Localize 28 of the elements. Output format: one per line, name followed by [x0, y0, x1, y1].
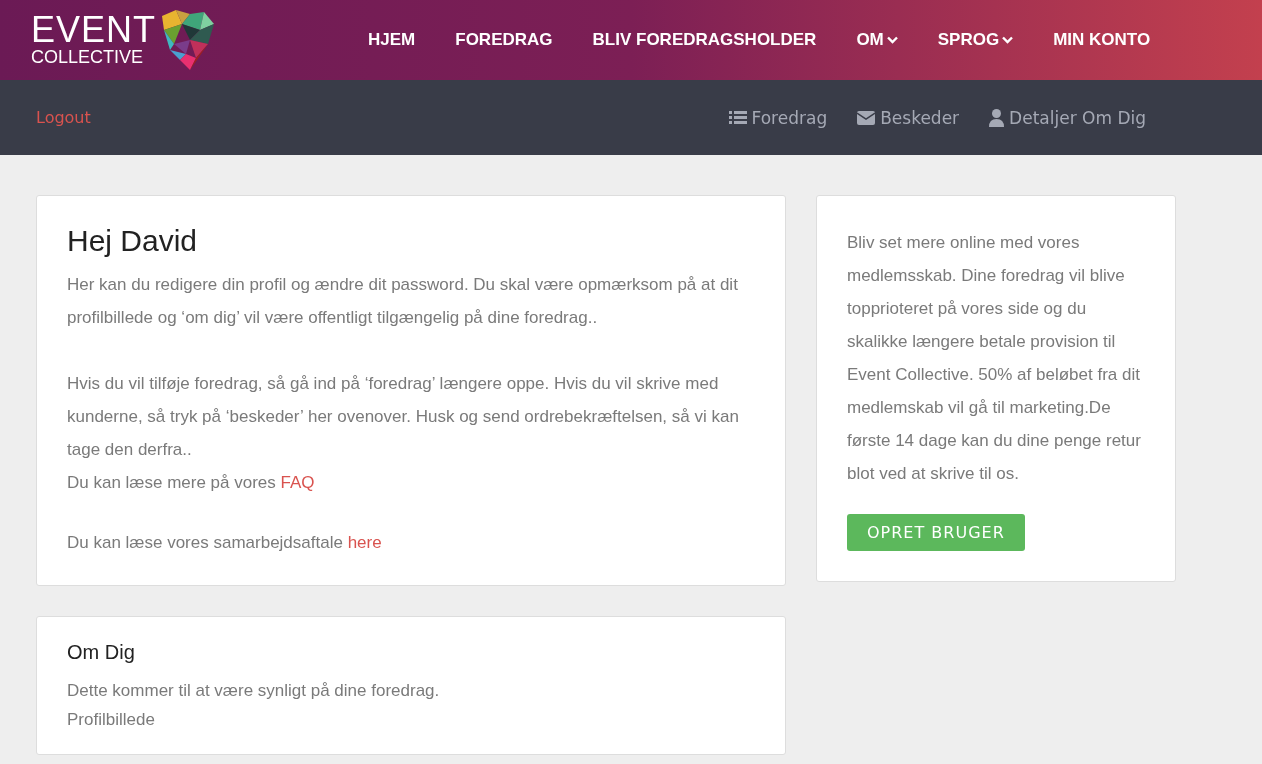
logo-text[interactable]: COLLECTIVE: [31, 47, 157, 67]
nav-link[interactable]: SPROG: [917, 30, 1034, 50]
nav-link[interactable]: FOREDRAG: [435, 30, 573, 50]
logo-text[interactable]: EVENT: [31, 13, 157, 47]
mail-icon: [857, 110, 876, 125]
about-text: Dette kommer til at være synligt på dine foredrag.: [67, 680, 441, 702]
agreement-text: Du kan læse vores samarbejdsaftale: [67, 533, 343, 552]
caret-icon: [1002, 36, 1014, 44]
welcome-title: Hej David: [67, 224, 199, 258]
about-title: Om Dig: [67, 641, 136, 664]
caret-icon: [886, 36, 898, 44]
user-icon: [989, 108, 1005, 127]
sub-nav-link[interactable]: Detaljer Om Dig: [989, 107, 1146, 128]
intro-paragraph: Her kan du redigere din profil og ændre dit password. Du skal være opmærksom på at dit profilbillede og ‘om dig’ vil være offentligt tilgængelig på dine foredrag..: [67, 274, 739, 329]
agreement-link[interactable]: here: [347, 533, 382, 552]
nav-link[interactable]: OM: [836, 30, 918, 50]
intro-paragraph: Hvis du vil tilføje foredrag, så gå ind på ‘foredrag’ længere oppe. Hvis du vil skrive med kunderne, så tryk på ‘beskeder’ her ovenover. Husk og send ordrebekræftelsen, så vi kan tage den derfra..: [67, 373, 740, 461]
membership-text: Bliv set mere online med vores medlemsskab. Dine foredrag vil blive topprioteret på vores side og du skalikke længere betale provision til Event Collective. 50% af beløbet fra dit medlemskab vil gå til marketing.De første 14 dage kan du dine penge retur blot ved at skrive til os.: [847, 232, 1142, 485]
faq-text: Du kan læse mere på vores: [67, 473, 276, 492]
faq-link[interactable]: FAQ: [280, 473, 315, 492]
sub-nav-link[interactable]: Foredrag: [728, 107, 828, 128]
list-icon: [728, 110, 747, 125]
nav-link[interactable]: MIN KONTO: [1033, 30, 1171, 50]
heart-logo-drawing[interactable]: [160, 10, 217, 70]
sub-nav-link[interactable]: Beskeder: [857, 107, 960, 128]
about-text: Profilbillede: [67, 709, 156, 731]
nav-link[interactable]: HJEM: [348, 30, 436, 50]
nav-link[interactable]: BLIV FOREDRAGSHOLDER: [572, 30, 837, 50]
